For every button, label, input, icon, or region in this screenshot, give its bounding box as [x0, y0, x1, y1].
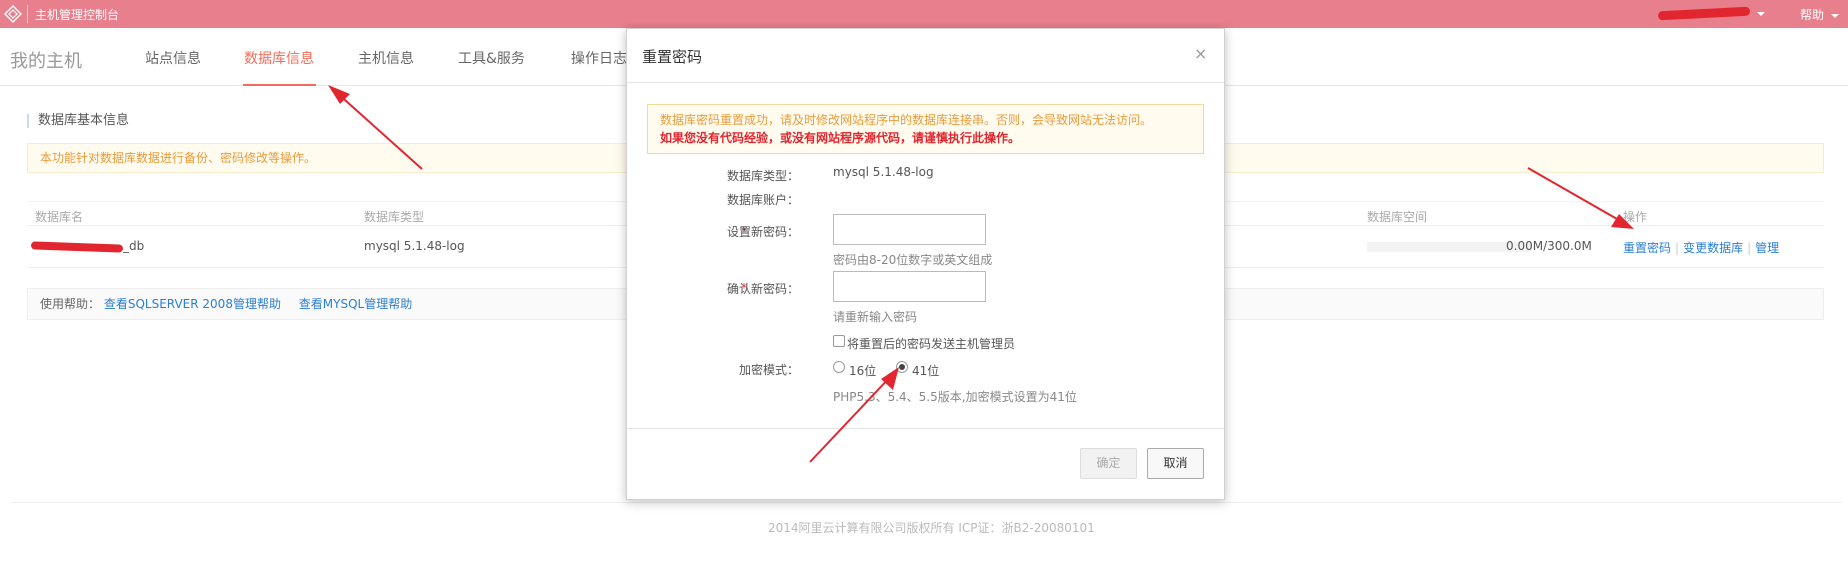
- new-password-input[interactable]: [833, 214, 986, 245]
- tab-tools-services[interactable]: 工具&服务: [458, 48, 525, 68]
- encrypt-16-label[interactable]: 16位: [849, 362, 876, 379]
- col-actions: 操作: [1623, 210, 1648, 224]
- confirm-password-hint: 请重新输入密码: [833, 310, 918, 324]
- top-bar: 主机管理控制台 帮助: [0, 0, 1848, 28]
- db-type-value: mysql 5.1.48-log: [833, 165, 934, 179]
- console-logo-icon[interactable]: [4, 5, 22, 23]
- brand-title: 主机管理控制台: [35, 8, 120, 22]
- page-title: 我的主机: [10, 51, 82, 72]
- sqlserver-help-link[interactable]: 查看SQLSERVER 2008管理帮助: [104, 297, 281, 311]
- brand-divider: [27, 5, 28, 23]
- tab-database-info[interactable]: 数据库信息: [244, 48, 314, 68]
- encrypt-41-radio[interactable]: [896, 361, 908, 373]
- redacted-db-name: [30, 240, 124, 253]
- help-menu[interactable]: 帮助: [1800, 6, 1839, 23]
- close-icon[interactable]: ×: [1194, 44, 1207, 63]
- db-account-label: 数据库账户：: [726, 193, 799, 207]
- new-password-hint: 密码由8-20位数字或英文组成: [833, 253, 993, 267]
- user-menu[interactable]: [1657, 6, 1765, 21]
- footer-divider: [12, 502, 1842, 503]
- redacted-username: [1657, 6, 1751, 21]
- db-type-label: 数据库类型：: [726, 169, 799, 183]
- change-database-link[interactable]: 变更数据库: [1683, 241, 1743, 255]
- reset-password-dialog: 重置密码 × 数据库密码重置成功，请及时修改网站程序中的数据库连接串。否则，会导…: [626, 28, 1225, 500]
- db-space-cell: 0.00M/300.0M: [1506, 239, 1592, 253]
- cancel-button[interactable]: 取消: [1147, 448, 1204, 479]
- encrypt-41-label[interactable]: 41位: [912, 362, 939, 379]
- col-db-space: 数据库空间: [1367, 210, 1428, 224]
- chevron-down-icon: [1830, 13, 1839, 18]
- section-title: 数据库基本信息: [27, 114, 129, 128]
- action-divider: |: [1675, 241, 1680, 255]
- tab-operation-log[interactable]: 操作日志: [571, 48, 627, 68]
- manage-link[interactable]: 管理: [1755, 241, 1779, 255]
- db-name-cell: _db: [30, 239, 145, 253]
- dialog-footer-divider: [627, 428, 1224, 429]
- mysql-help-link[interactable]: 查看MYSQL管理帮助: [299, 297, 412, 311]
- db-type-cell: mysql 5.1.48-log: [364, 239, 465, 253]
- send-to-admin-checkbox[interactable]: [833, 335, 845, 347]
- encrypt-mode-hint: PHP5.3、5.4、5.5版本,加密模式设置为41位: [833, 390, 1077, 404]
- send-to-admin-label[interactable]: 将重置后的密码发送主机管理员: [847, 335, 1015, 352]
- dialog-header-divider: [627, 82, 1224, 83]
- warning-text: 数据库密码重置成功，请及时修改网站程序中的数据库连接串。否则，会导致网站无法访问…: [660, 113, 1153, 127]
- col-db-name: 数据库名: [35, 210, 84, 224]
- reset-password-link[interactable]: 重置密码: [1623, 241, 1671, 255]
- db-name-suffix: _db: [123, 239, 145, 253]
- chevron-down-icon: [1756, 11, 1765, 16]
- action-divider: |: [1747, 241, 1752, 255]
- help-row-label: 使用帮助：: [40, 297, 101, 311]
- help-label: 帮助: [1800, 8, 1825, 22]
- confirm-password-input[interactable]: [833, 271, 986, 302]
- tab-host-info[interactable]: 主机信息: [358, 48, 414, 68]
- tab-site-info[interactable]: 站点信息: [145, 48, 201, 68]
- encrypt-mode-label: 加密模式：: [738, 363, 799, 377]
- confirm-button[interactable]: 确定: [1080, 448, 1137, 479]
- confirm-password-label: 确认新密码：: [726, 282, 799, 296]
- col-db-type: 数据库类型: [364, 210, 425, 224]
- actions-cell: 重置密码 | 变更数据库 | 管理: [1623, 239, 1779, 256]
- active-tab-indicator: [243, 84, 316, 86]
- warning-box: 数据库密码重置成功，请及时修改网站程序中的数据库连接串。否则，会导致网站无法访问…: [647, 104, 1204, 154]
- new-password-label: 设置新密码：: [726, 225, 799, 239]
- encrypt-16-radio[interactable]: [833, 361, 845, 373]
- warning-text-strong: 如果您没有代码经验，或没有网站程序源代码，请谨慎执行此操作。: [660, 131, 1021, 145]
- footer-copyright: 2014阿里云计算有限公司版权所有 ICP证：浙B2-20080101: [768, 521, 1095, 535]
- dialog-title: 重置密码: [642, 48, 703, 66]
